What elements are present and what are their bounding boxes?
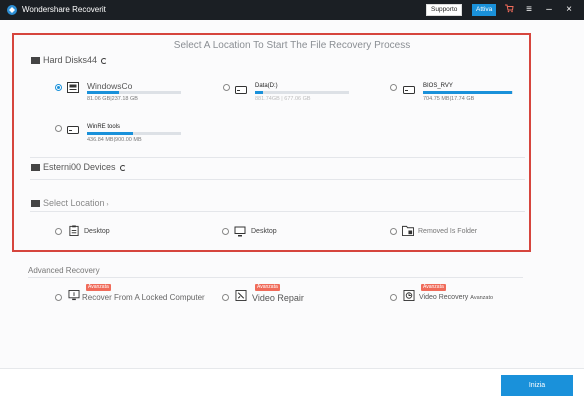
drive-usage-bar	[255, 91, 349, 94]
arrow-icon: ›	[106, 202, 109, 208]
external-devices-label: Esterni00 Devices	[43, 162, 116, 172]
advanced-radio-video-recovery[interactable]	[390, 294, 397, 301]
advanced-badge: Avanzata	[421, 284, 446, 291]
location-radio-desktop[interactable]	[55, 228, 62, 235]
drive-size: 436.84 MB|900.00 MB	[87, 137, 142, 143]
external-devices-title: Esterni00 Devices	[31, 162, 126, 172]
cart-icon[interactable]	[503, 3, 515, 17]
drive-name: WinRE tools	[87, 124, 121, 130]
advanced-badge: Avanzata	[255, 284, 280, 291]
drive-name: Data(D:)	[255, 83, 278, 89]
title-bar: Wondershare Recoverit Supporto Attiva ≡ …	[0, 0, 584, 20]
divider	[28, 277, 523, 278]
advanced-radio-video-repair[interactable]	[222, 294, 229, 301]
divider	[30, 211, 525, 212]
hard-disk-icon	[31, 57, 40, 65]
drive-size: 881.74GB | 677.06 GB	[255, 96, 311, 102]
location-label[interactable]: Removed Is Folder	[418, 228, 477, 235]
drive-size: 81.06 GB|237.18 GB	[87, 96, 138, 102]
advanced-radio-locked[interactable]	[55, 294, 62, 301]
recoverit-logo-icon	[7, 5, 17, 15]
drive-icon	[403, 86, 415, 94]
drive-radio-bios[interactable]	[390, 84, 397, 91]
advanced-recovery-title: Advanced Recovery	[28, 266, 100, 275]
advanced-badge: Avanzata	[86, 284, 111, 291]
hard-disks-label: Hard Disks44	[43, 55, 98, 65]
activate-button[interactable]: Attiva	[472, 4, 497, 16]
drive-radio-data[interactable]	[223, 84, 230, 91]
support-button[interactable]: Supporto	[426, 4, 463, 16]
drive-usage-bar	[423, 91, 513, 94]
drive-name: WindowsCo	[87, 81, 133, 91]
folder-select-icon	[402, 225, 414, 236]
drive-radio-windows[interactable]	[55, 84, 62, 91]
clipboard-icon	[69, 225, 79, 236]
location-label[interactable]: Desktop	[84, 228, 110, 235]
app-title: Wondershare Recoverit	[22, 5, 106, 14]
folder-icon	[31, 200, 40, 208]
minimize-icon[interactable]: –	[543, 3, 555, 17]
refresh-icon[interactable]	[101, 57, 108, 64]
drive-icon	[235, 86, 247, 94]
video-recovery-label: Video Recovery	[419, 294, 469, 301]
drive-name: BIOS_RVY	[423, 83, 453, 89]
video-recovery-icon	[403, 290, 415, 301]
drive-size: 704.75 MB|17.74 GB	[423, 96, 475, 102]
menu-icon[interactable]: ≡	[523, 3, 535, 17]
hard-disks-title: Hard Disks44	[31, 55, 108, 65]
external-drive-icon	[31, 164, 40, 172]
divider	[30, 179, 525, 180]
drive-icon	[67, 126, 79, 134]
drive-radio-winre[interactable]	[55, 125, 62, 132]
drive-usage-bar	[87, 91, 181, 94]
location-label[interactable]: Desktop	[251, 228, 277, 235]
advanced-label[interactable]: Recover From A Locked Computer	[82, 293, 205, 302]
location-radio-desktop-2[interactable]	[222, 228, 229, 235]
location-radio-folder[interactable]	[390, 228, 397, 235]
locked-computer-icon	[68, 290, 80, 301]
advanced-label[interactable]: Video Repair	[252, 293, 304, 303]
select-location-label: Select Location	[43, 198, 105, 208]
drive-icon	[67, 82, 79, 93]
refresh-icon[interactable]	[119, 164, 126, 171]
select-location-title: Select Location ›	[31, 198, 109, 208]
advanced-label[interactable]: Video Recovery Avanzato	[419, 294, 493, 301]
footer-bar	[0, 368, 584, 400]
video-recovery-suffix: Avanzato	[470, 295, 494, 301]
video-repair-icon	[235, 290, 247, 301]
divider	[30, 157, 525, 158]
monitor-icon	[234, 226, 246, 237]
close-icon[interactable]: ×	[563, 3, 575, 17]
start-button[interactable]: Inizia	[501, 375, 573, 396]
page-heading: Select A Location To Start The File Reco…	[173, 40, 411, 51]
drive-usage-bar	[87, 132, 181, 135]
